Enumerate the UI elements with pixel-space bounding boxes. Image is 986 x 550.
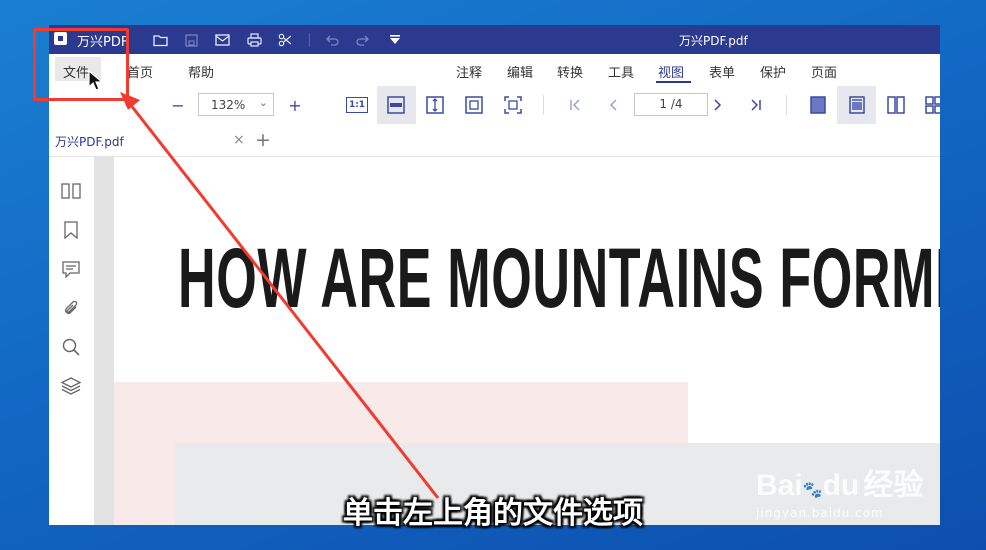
- paw-icon: 🐾: [802, 480, 823, 499]
- watermark-url: jingyan.baidu.com: [756, 506, 884, 520]
- baidu-watermark: Bai🐾du 经验 jingyan.baidu.com: [756, 460, 923, 520]
- watermark-brand-2: du: [822, 469, 860, 502]
- mouse-cursor-icon: [88, 70, 104, 91]
- watermark-brand: Bai: [756, 469, 803, 502]
- watermark-cn: 经验: [863, 468, 924, 503]
